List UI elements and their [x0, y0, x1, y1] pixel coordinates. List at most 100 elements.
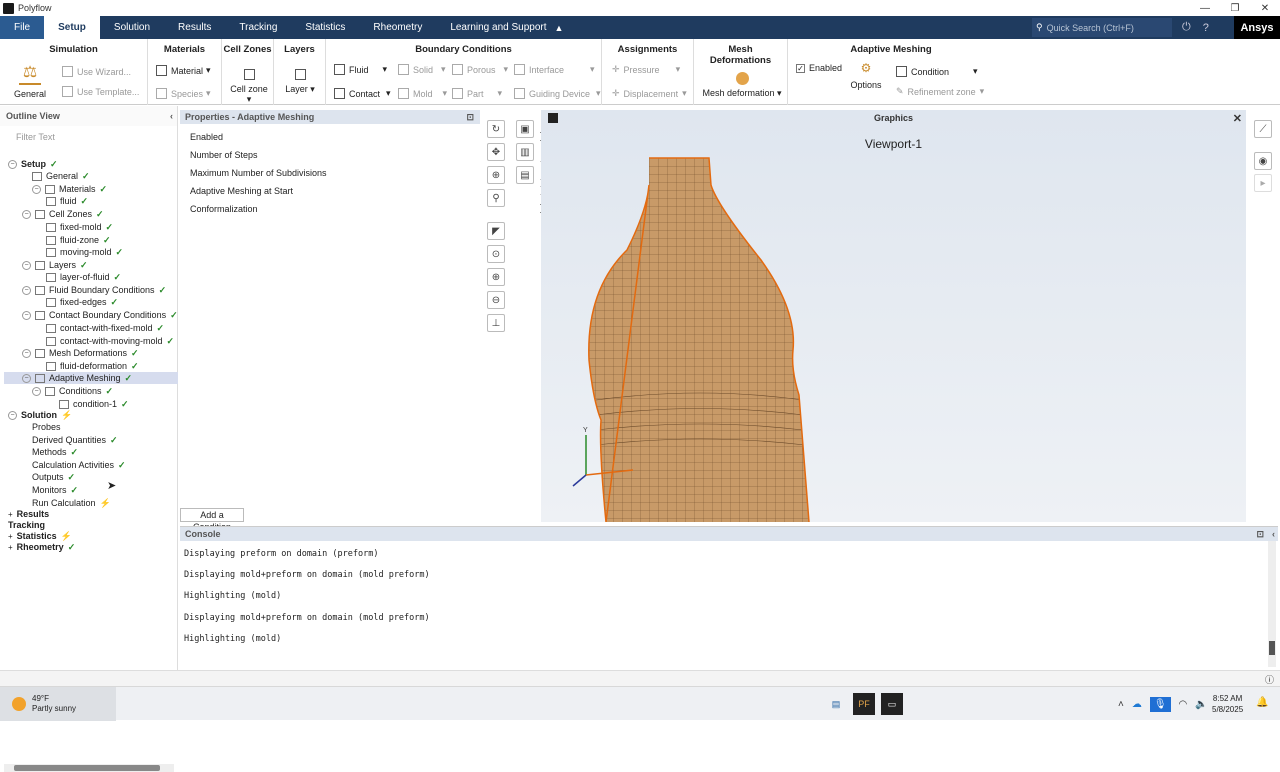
tree-item[interactable]: Derived Quantities ✓: [32, 434, 118, 446]
species-button[interactable]: Species ▾: [156, 88, 211, 99]
tree-item[interactable]: layer-of-fluid ✓: [46, 271, 121, 283]
collapse-icon[interactable]: −: [22, 373, 31, 383]
layer-button[interactable]: Layer ▾: [282, 69, 318, 95]
cell-zone-button[interactable]: Cell zone ▾: [228, 69, 270, 105]
snapshot-icon[interactable]: ▤: [516, 166, 534, 184]
collapse-icon[interactable]: −: [8, 410, 17, 420]
view-icon[interactable]: ▣: [516, 120, 534, 138]
expand-icon[interactable]: +: [8, 510, 13, 519]
console-scrollbar[interactable]: [1268, 541, 1276, 667]
tree-item[interactable]: − Materials ✓: [32, 183, 107, 195]
filter-text-input[interactable]: Filter Text: [6, 130, 171, 144]
pin-icon[interactable]: ⊡: [466, 110, 474, 124]
collapse-icon[interactable]: −: [8, 159, 17, 169]
menu-rheometry[interactable]: Rheometry: [359, 16, 436, 39]
tree-item[interactable]: + Rheometry ✓: [8, 541, 75, 553]
select-icon[interactable]: ◤: [487, 222, 505, 240]
tree-item[interactable]: − Solution ⚡: [8, 409, 72, 421]
graphics-panel[interactable]: Graphics ✕ Viewport-1 Y: [541, 110, 1246, 522]
pan-icon[interactable]: ✥: [487, 143, 505, 161]
zoom-box-icon[interactable]: ⚲: [487, 189, 505, 207]
camera-icon[interactable]: ◉: [1254, 152, 1272, 170]
cloud-icon[interactable]: ☁: [1132, 699, 1142, 710]
tree-item[interactable]: − Mesh Deformations ✓: [22, 347, 139, 359]
tree-item[interactable]: Outputs ✓: [32, 471, 75, 483]
collapse-icon[interactable]: −: [22, 348, 31, 358]
console-pin-icon[interactable]: ⊡: [1256, 527, 1264, 541]
chevron-up-icon[interactable]: ˄: [1118, 699, 1124, 710]
scrollbar-thumb[interactable]: [14, 765, 160, 771]
axes-icon[interactable]: ⊥: [487, 314, 505, 332]
tree-item[interactable]: General ✓: [32, 170, 90, 182]
contact-bc-button[interactable]: Contact ▾: [334, 88, 391, 99]
tree-item[interactable]: − Conditions ✓: [32, 385, 113, 397]
menu-statistics[interactable]: Statistics: [291, 16, 359, 39]
adaptive-enabled-checkbox[interactable]: ✓ Enabled: [796, 63, 842, 73]
menu-setup[interactable]: Setup: [44, 16, 100, 39]
tree-item[interactable]: Probes: [32, 421, 61, 433]
quick-search-input[interactable]: ⚲ Quick Search (Ctrl+F): [1032, 18, 1172, 37]
tree-item[interactable]: − Setup ✓: [8, 158, 58, 170]
part-bc-button[interactable]: Part ▾: [452, 88, 502, 99]
tree-item[interactable]: Methods ✓: [32, 446, 78, 458]
layout-icon[interactable]: ▥: [516, 143, 534, 161]
add-condition-button[interactable]: Add a Condition: [180, 508, 244, 532]
terminal-icon[interactable]: ▭: [881, 693, 903, 715]
fluid-bc-button[interactable]: Fluid ▾: [334, 64, 387, 75]
menu-file[interactable]: File: [0, 16, 45, 39]
refinement-zone-button[interactable]: ✎ Refinement zone ▾: [896, 86, 984, 97]
tree-item[interactable]: fluid-zone ✓: [46, 234, 111, 246]
menu-solution[interactable]: Solution: [100, 16, 164, 39]
tree-item[interactable]: − Fluid Boundary Conditions ✓: [22, 284, 166, 296]
notification-icon[interactable]: 🔔: [1256, 697, 1268, 708]
tree-item[interactable]: − Layers ✓: [22, 259, 88, 271]
zoom-out-icon[interactable]: ⊖: [487, 291, 505, 309]
collapse-ribbon-icon[interactable]: ▲: [555, 23, 564, 33]
porous-bc-button[interactable]: Porous ▾: [452, 64, 508, 75]
mold-bc-button[interactable]: Mold ▾: [398, 88, 447, 99]
tree-item[interactable]: contact-with-moving-mold ✓: [46, 335, 174, 347]
volume-icon[interactable]: 🔈: [1195, 699, 1207, 710]
collapse-icon[interactable]: −: [22, 209, 31, 219]
microphone-icon[interactable]: 🎙: [1149, 696, 1171, 712]
tree-item[interactable]: Monitors ✓: [32, 484, 78, 496]
tree-item[interactable]: contact-with-fixed-mold ✓: [46, 322, 164, 334]
console-collapse-icon[interactable]: ‹: [1272, 527, 1275, 541]
collapse-icon[interactable]: −: [22, 285, 31, 295]
collapse-icon[interactable]: −: [32, 184, 41, 194]
expand-icon[interactable]: +: [8, 532, 13, 541]
interface-bc-button[interactable]: Interface ▾: [514, 64, 595, 75]
rotate-icon[interactable]: ↻: [487, 120, 505, 138]
collapse-panel-icon[interactable]: ‹: [170, 106, 173, 126]
tree-item[interactable]: − Contact Boundary Conditions ✓: [22, 309, 178, 321]
zoom-fit-icon[interactable]: ⊙: [487, 245, 505, 263]
collapse-icon[interactable]: −: [22, 310, 31, 320]
expand-icon[interactable]: +: [8, 543, 13, 552]
collapse-icon[interactable]: −: [32, 386, 41, 396]
help-icon[interactable]: ?: [1203, 22, 1209, 34]
wifi-icon[interactable]: ◠: [1179, 699, 1188, 710]
file-explorer-icon[interactable]: ▤: [825, 693, 847, 715]
tree-item[interactable]: fixed-edges ✓: [46, 296, 118, 308]
tree-item[interactable]: fixed-mold ✓: [46, 221, 113, 233]
polyflow-taskbar-icon[interactable]: PF: [853, 693, 875, 715]
material-button[interactable]: Material ▾: [156, 65, 211, 76]
scrollbar-thumb[interactable]: [1269, 641, 1275, 655]
play-icon[interactable]: ▸: [1254, 174, 1272, 192]
options-button[interactable]: ⚙ Options: [848, 61, 884, 90]
zoom-in-icon[interactable]: ⊕: [487, 268, 505, 286]
power-icon[interactable]: ⏻: [1182, 21, 1191, 34]
pressure-button[interactable]: ✛ Pressure ▾: [612, 64, 680, 75]
plot-icon[interactable]: ⟋: [1254, 120, 1272, 138]
condition-button[interactable]: Condition ▾: [896, 66, 978, 77]
minimize-icon[interactable]: —: [1190, 0, 1220, 16]
horizontal-scrollbar[interactable]: [4, 764, 174, 772]
menu-learning-support[interactable]: Learning and Support: [436, 16, 560, 39]
collapse-icon[interactable]: −: [22, 260, 31, 270]
general-button[interactable]: ⚖ General: [8, 63, 52, 99]
zoom-rotate-icon[interactable]: ⊕: [487, 166, 505, 184]
clock[interactable]: 8:52 AM 5/8/2025: [1212, 693, 1243, 715]
maximize-icon[interactable]: ❐: [1220, 0, 1250, 16]
tree-item[interactable]: fluid-deformation ✓: [46, 360, 139, 372]
tree-item[interactable]: Calculation Activities ✓: [32, 459, 126, 471]
